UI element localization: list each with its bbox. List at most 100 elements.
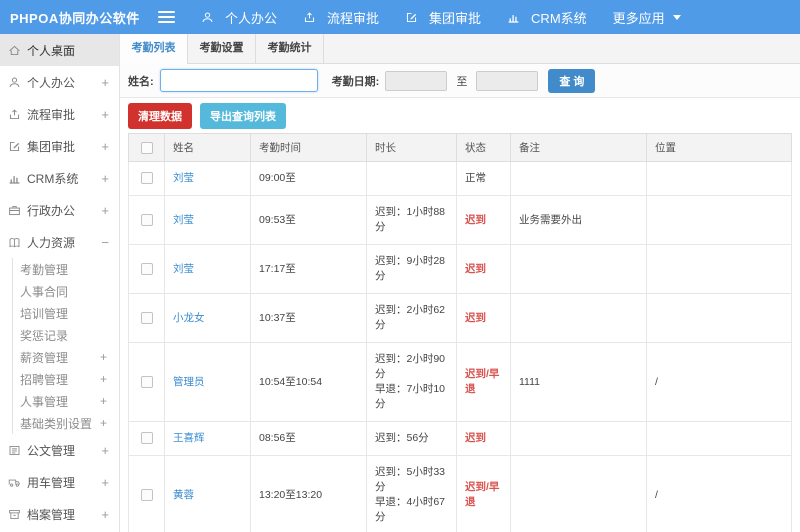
time-cell: 10:37至 [250, 293, 367, 343]
sidebar-item-document-mgmt[interactable]: 公文管理 + [0, 434, 119, 466]
name-cell: 黄蓉 [164, 455, 251, 532]
main-layout: 个人桌面 个人办公 + 流程审批 + 集团审批 + CRM系统 + 行政办公 + 人力资源 − 考勤管理人… [0, 34, 800, 532]
date-end-input[interactable] [476, 70, 539, 91]
sidebar-subitem-recruitment-mgmt[interactable]: 招聘管理 + [13, 368, 119, 390]
column-header-1: 考勤时间 [250, 133, 367, 162]
location-cell: / [646, 342, 792, 422]
sidebar-item-personal-office[interactable]: 个人办公 + [0, 66, 119, 98]
hamburger-menu-icon[interactable] [158, 11, 175, 23]
nav-item-label: 更多应用 [612, 10, 665, 26]
expand-plus-icon[interactable]: + [101, 171, 109, 186]
nav-item-workflow-approval[interactable]: 流程审批 [303, 8, 379, 27]
employee-name-link[interactable]: 管理员 [173, 376, 205, 388]
sidebar-item-crm-system[interactable]: CRM系统 + [0, 162, 119, 194]
sidebar-item-label: 人力资源 [27, 235, 76, 250]
sidebar-item-human-resources[interactable]: 人力资源 − [0, 226, 119, 258]
expand-plus-icon[interactable]: + [100, 372, 107, 386]
row-checkbox[interactable] [140, 311, 153, 324]
status-cell: 迟到 [456, 421, 511, 456]
table-header-row: 姓名 考勤时间 时长 状态 备注 位置 [128, 133, 792, 162]
employee-name-link[interactable]: 刘莹 [173, 172, 194, 184]
employee-name-link[interactable]: 王喜辉 [173, 432, 205, 444]
to-label: 至 [456, 75, 468, 88]
sidebar-subitem-training-mgmt[interactable]: 培训管理 [13, 302, 119, 324]
employee-name-link[interactable]: 刘莹 [173, 263, 194, 275]
sidebar-item-personal-desktop[interactable]: 个人桌面 [0, 34, 119, 66]
expand-plus-icon[interactable]: + [101, 107, 109, 122]
employee-name-link[interactable]: 刘莹 [173, 214, 194, 226]
row-checkbox[interactable] [140, 172, 153, 185]
sidebar-item-label: 集团审批 [27, 139, 76, 154]
sidebar-item-group-approval[interactable]: 集团审批 + [0, 130, 119, 162]
status-badge: 迟到 [465, 311, 486, 324]
attendance-table: 姓名 考勤时间 时长 状态 备注 位置 刘莹 09:00至 正常 刘莹 09:53至 迟到：1小时8… [128, 133, 792, 532]
expand-plus-icon[interactable]: + [101, 475, 109, 490]
table-row: 小龙女 10:37至 迟到：2小时62分 迟到 [128, 293, 792, 343]
sidebar-subitem-personnel-mgmt[interactable]: 人事管理 + [13, 390, 119, 412]
user-icon [201, 11, 214, 24]
column-header-3: 状态 [456, 133, 511, 162]
expand-plus-icon[interactable]: + [100, 394, 107, 408]
nav-item-more-apps[interactable]: 更多应用 [613, 8, 681, 27]
table-body: 刘莹 09:00至 正常 刘莹 09:53至 迟到：1小时88分 迟到 业务需要外出 刘莹 17:… [128, 161, 792, 532]
table-row: 黄蓉 13:20至13:20 迟到：5小时33分 早退：4小时67分 迟到/早退 / [128, 455, 792, 532]
archive-icon [8, 508, 21, 521]
employee-name-link[interactable]: 黄蓉 [173, 489, 194, 501]
select-all-header-cell [128, 133, 165, 162]
row-checkbox[interactable] [140, 262, 153, 275]
clean-data-button[interactable]: 清理数据 [128, 102, 192, 129]
expand-plus-icon[interactable]: + [101, 75, 109, 90]
sidebar-subitem-reward-punishment[interactable]: 奖惩记录 [13, 324, 119, 346]
row-checkbox[interactable] [140, 375, 153, 388]
note-cell [510, 421, 647, 456]
name-input[interactable] [159, 69, 318, 92]
sidebar-item-vehicle-mgmt[interactable]: 用车管理 + [0, 466, 119, 498]
search-button[interactable]: 查 询 [548, 68, 596, 93]
collapse-minus-icon[interactable]: − [101, 235, 109, 250]
chart-icon [507, 11, 520, 24]
date-start-input[interactable] [385, 70, 448, 91]
nav-item-label: 个人办公 [225, 10, 278, 26]
tab-attendance-settings[interactable]: 考勤设置 [188, 34, 256, 63]
sidebar-subitem-attendance-mgmt[interactable]: 考勤管理 [13, 258, 119, 280]
nav-item-personal-office[interactable]: 个人办公 [201, 8, 277, 27]
row-checkbox[interactable] [140, 488, 153, 501]
sidebar-item-archive-mgmt[interactable]: 档案管理 + [0, 498, 119, 530]
expand-plus-icon[interactable]: + [101, 443, 109, 458]
row-checkbox[interactable] [140, 213, 153, 226]
status-badge: 迟到 [465, 213, 486, 226]
duration-cell: 迟到：2小时62分 [366, 293, 457, 343]
expand-plus-icon[interactable]: + [100, 350, 107, 364]
sidebar-subitem-base-category-settings[interactable]: 基础类别设置 + [13, 412, 119, 434]
status-badge: 迟到 [465, 262, 486, 275]
nav-item-label: 集团审批 [429, 10, 482, 26]
sidebar-item-admin-office[interactable]: 行政办公 + [0, 194, 119, 226]
sidebar-item-label: 公文管理 [27, 443, 76, 458]
sidebar-item-label: 个人办公 [27, 75, 76, 90]
row-checkbox[interactable] [140, 432, 153, 445]
top-navbar: PHPOA协同办公软件 个人办公 流程审批 集团审批 CRM系统 更多应用 [0, 0, 800, 34]
sidebar-item-workflow-approval[interactable]: 流程审批 + [0, 98, 119, 130]
select-all-checkbox[interactable] [140, 141, 153, 154]
name-cell: 管理员 [164, 342, 251, 422]
tab-attendance-list[interactable]: 考勤列表 [120, 34, 188, 64]
note-cell [510, 244, 647, 294]
sidebar-subitem-salary-mgmt[interactable]: 薪资管理 + [13, 346, 119, 368]
column-header-0: 姓名 [164, 133, 251, 162]
duration-cell: 迟到：2小时90分 早退：7小时10分 [366, 342, 457, 422]
nav-item-crm-system[interactable]: CRM系统 [507, 8, 587, 27]
expand-plus-icon[interactable]: + [101, 507, 109, 522]
sidebar-subitem-label: 培训管理 [20, 306, 69, 321]
sidebar-subitem-label: 招聘管理 [20, 372, 69, 387]
export-list-button[interactable]: 导出查询列表 [200, 102, 286, 129]
expand-plus-icon[interactable]: + [101, 139, 109, 154]
employee-name-link[interactable]: 小龙女 [173, 312, 205, 324]
nav-item-group-approval[interactable]: 集团审批 [405, 8, 481, 27]
home-icon [8, 44, 21, 57]
book-icon [8, 236, 21, 249]
expand-plus-icon[interactable]: + [101, 203, 109, 218]
expand-plus-icon[interactable]: + [100, 416, 107, 430]
tab-attendance-stats[interactable]: 考勤统计 [256, 34, 324, 63]
sidebar-subitem-hr-contract[interactable]: 人事合同 [13, 280, 119, 302]
duration-cell: 迟到：1小时88分 [366, 195, 457, 245]
